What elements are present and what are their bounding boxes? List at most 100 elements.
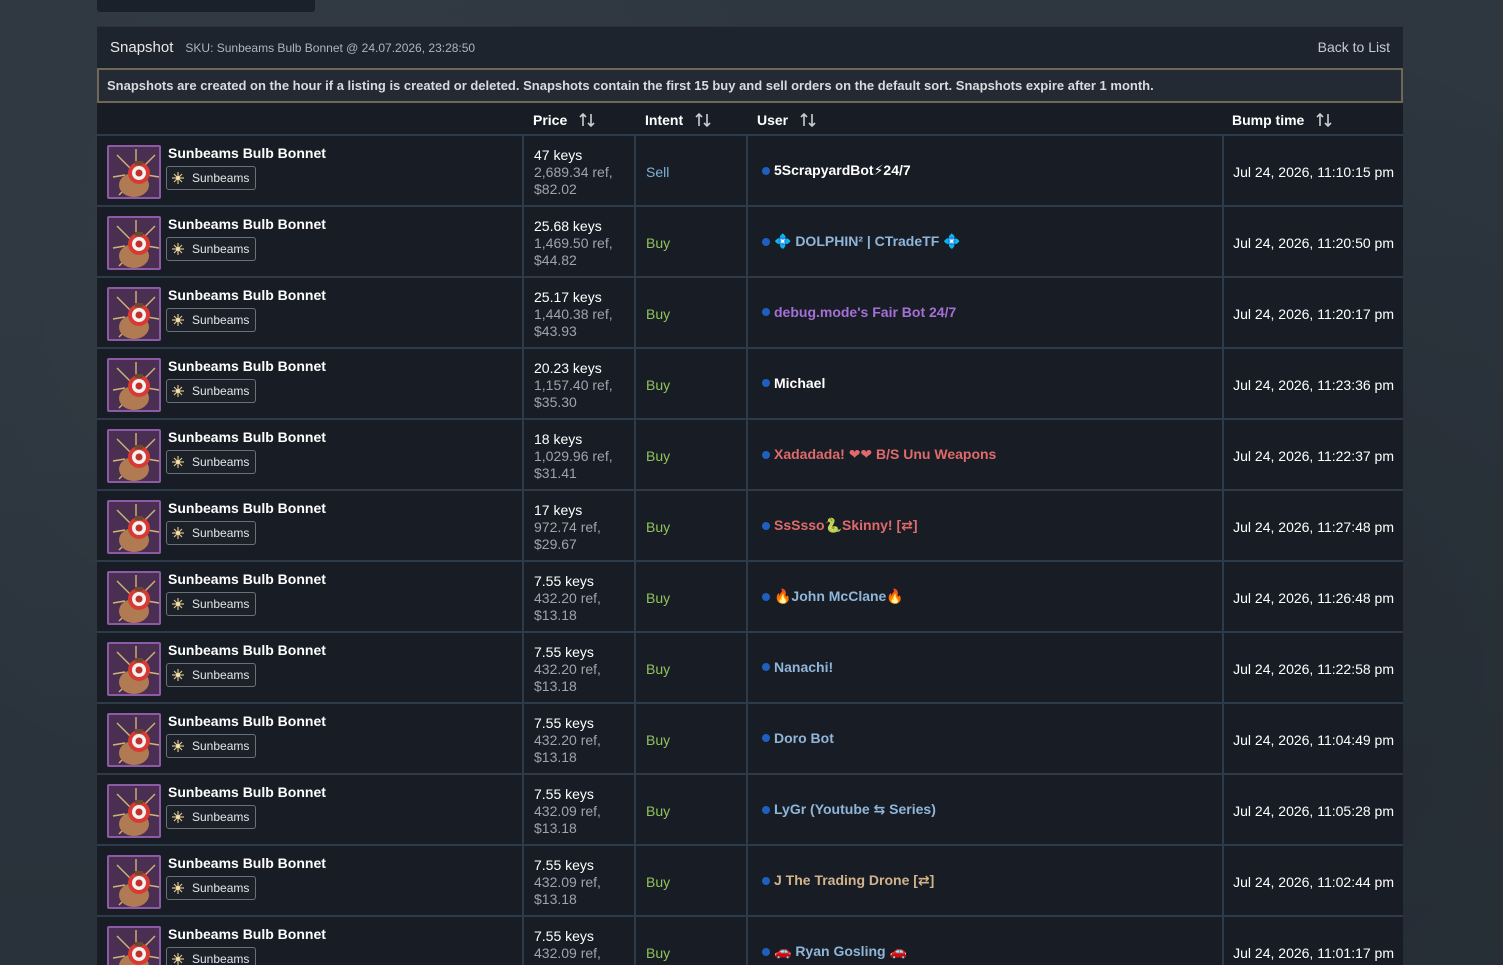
bump-cell: Jul 24, 2026, 11:22:58 pm [1226, 633, 1403, 702]
price-cell: 7.55 keys 432.20 ref, $13.18 [526, 704, 636, 773]
item-icon[interactable] [107, 784, 161, 838]
sort-icon[interactable] [1316, 112, 1332, 128]
effect-tag: Sunbeams [166, 592, 257, 616]
table-row: Sunbeams Bulb Bonnet Sunbeams 7.55 keys … [97, 775, 1403, 846]
item-name[interactable]: Sunbeams Bulb Bonnet [168, 855, 326, 871]
bump-time: Jul 24, 2026, 11:05:28 pm [1233, 803, 1394, 819]
user-link[interactable]: Doro Bot [762, 730, 834, 746]
effect-tag: Sunbeams [166, 308, 257, 332]
item-name[interactable]: Sunbeams Bulb Bonnet [168, 500, 326, 516]
effect-label: Sunbeams [192, 384, 250, 398]
item-cell: Sunbeams Bulb Bonnet Sunbeams [97, 846, 524, 915]
item-name[interactable]: Sunbeams Bulb Bonnet [168, 926, 326, 942]
user-link[interactable]: 🚗 Ryan Gosling 🚗 [762, 943, 907, 960]
sort-icon[interactable] [800, 112, 816, 128]
item-name[interactable]: Sunbeams Bulb Bonnet [168, 784, 326, 800]
item-name[interactable]: Sunbeams Bulb Bonnet [168, 642, 326, 658]
user-link[interactable]: Michael [762, 375, 825, 391]
bump-cell: Jul 24, 2026, 11:05:28 pm [1226, 775, 1403, 844]
price-cell: 7.55 keys 432.09 ref, $13.18 [526, 775, 636, 844]
user-link[interactable]: J The Trading Drone [⇄] [762, 872, 934, 889]
bump-cell: Jul 24, 2026, 11:22:37 pm [1226, 420, 1403, 489]
user-cell: 🔥John McClane🔥 [750, 562, 1224, 631]
online-status-dot [762, 450, 770, 459]
item-cell: Sunbeams Bulb Bonnet Sunbeams [97, 633, 524, 702]
user-link[interactable]: 🔥John McClane🔥 [762, 588, 904, 605]
column-header-price[interactable]: Price [533, 103, 595, 136]
bump-time: Jul 24, 2026, 11:26:48 pm [1233, 590, 1394, 606]
effect-tag: Sunbeams [166, 237, 257, 261]
user-cell: Xadadada! ❤❤ B/S Unu Weapons [750, 420, 1224, 489]
item-icon[interactable] [107, 642, 161, 696]
effect-label: Sunbeams [192, 313, 250, 327]
user-name: 5ScrapyardBot⚡24/7 [774, 162, 911, 178]
user-name: 💠 DOLPHIN² | CTradeTF 💠 [774, 233, 961, 249]
item-icon[interactable] [107, 500, 161, 554]
item-name[interactable]: Sunbeams Bulb Bonnet [168, 571, 326, 587]
sparkle-icon [171, 313, 185, 327]
item-icon[interactable] [107, 145, 161, 199]
intent-cell: Buy [638, 491, 748, 560]
item-icon[interactable] [107, 216, 161, 270]
item-name[interactable]: Sunbeams Bulb Bonnet [168, 287, 326, 303]
bump-cell: Jul 24, 2026, 11:20:50 pm [1226, 207, 1403, 276]
item-name[interactable]: Sunbeams Bulb Bonnet [168, 358, 326, 374]
user-name: LyGr (Youtube ⇆ Series) [774, 801, 936, 817]
price-keys: 25.17 keys [534, 289, 602, 305]
price-cell: 7.55 keys 432.20 ref, $13.18 [526, 633, 636, 702]
sort-icon[interactable] [695, 112, 711, 128]
price-cell: 25.17 keys 1,440.38 ref, $43.93 [526, 278, 636, 347]
item-cell: Sunbeams Bulb Bonnet Sunbeams [97, 420, 524, 489]
item-icon[interactable] [107, 429, 161, 483]
back-to-list-link[interactable]: Back to List [1318, 39, 1390, 55]
item-name[interactable]: Sunbeams Bulb Bonnet [168, 713, 326, 729]
price-cell: 18 keys 1,029.96 ref, $31.41 [526, 420, 636, 489]
price-usd: $35.30 [534, 394, 577, 410]
online-status-dot [762, 237, 770, 246]
item-name[interactable]: Sunbeams Bulb Bonnet [168, 429, 326, 445]
user-link[interactable]: SsSsso🐍Skinny! [⇄] [762, 517, 918, 534]
user-cell: debug.mode's Fair Bot 24/7 [750, 278, 1224, 347]
price-keys: 7.55 keys [534, 857, 594, 873]
item-name[interactable]: Sunbeams Bulb Bonnet [168, 216, 326, 232]
table-row: Sunbeams Bulb Bonnet Sunbeams 17 keys 97… [97, 491, 1403, 562]
intent-cell: Buy [638, 846, 748, 915]
user-name: debug.mode's Fair Bot 24/7 [774, 304, 957, 320]
bump-time: Jul 24, 2026, 11:22:37 pm [1233, 448, 1394, 464]
item-icon[interactable] [107, 855, 161, 909]
table-row: Sunbeams Bulb Bonnet Sunbeams 47 keys 2,… [97, 136, 1403, 207]
item-icon[interactable] [107, 713, 161, 767]
user-link[interactable]: 💠 DOLPHIN² | CTradeTF 💠 [762, 233, 961, 250]
column-header-user[interactable]: User [757, 103, 816, 136]
bump-cell: Jul 24, 2026, 11:04:49 pm [1226, 704, 1403, 773]
price-cell: 20.23 keys 1,157.40 ref, $35.30 [526, 349, 636, 418]
price-ref: 432.09 ref, [534, 803, 601, 819]
item-cell: Sunbeams Bulb Bonnet Sunbeams [97, 278, 524, 347]
item-icon[interactable] [107, 287, 161, 341]
effect-label: Sunbeams [192, 597, 250, 611]
bump-time: Jul 24, 2026, 11:23:36 pm [1233, 377, 1394, 393]
price-usd: $13.18 [534, 607, 577, 623]
user-link[interactable]: Nanachi! [762, 659, 833, 675]
sort-icon[interactable] [579, 112, 595, 128]
effect-tag: Sunbeams [166, 450, 257, 474]
user-link[interactable]: LyGr (Youtube ⇆ Series) [762, 801, 936, 818]
sparkle-icon [171, 242, 185, 256]
column-header-bump-time[interactable]: Bump time [1232, 103, 1332, 136]
bump-time: Jul 24, 2026, 11:20:50 pm [1233, 235, 1394, 251]
user-link[interactable]: debug.mode's Fair Bot 24/7 [762, 304, 956, 320]
item-icon[interactable] [107, 571, 161, 625]
item-icon[interactable] [107, 926, 161, 965]
online-status-dot [762, 876, 770, 885]
item-icon[interactable] [107, 358, 161, 412]
user-link[interactable]: Xadadada! ❤❤ B/S Unu Weapons [762, 446, 996, 463]
item-cell: Sunbeams Bulb Bonnet Sunbeams [97, 704, 524, 773]
bump-cell: Jul 24, 2026, 11:20:17 pm [1226, 278, 1403, 347]
item-name[interactable]: Sunbeams Bulb Bonnet [168, 145, 326, 161]
user-link[interactable]: 5ScrapyardBot⚡24/7 [762, 162, 911, 179]
effect-tag: Sunbeams [166, 734, 257, 758]
snapshot-panel: Snapshot SKU: Sunbeams Bulb Bonnet @ 24.… [97, 26, 1403, 965]
column-header-intent[interactable]: Intent [645, 103, 711, 136]
price-ref: 972.74 ref, [534, 519, 601, 535]
table-row: Sunbeams Bulb Bonnet Sunbeams 7.55 keys … [97, 704, 1403, 775]
